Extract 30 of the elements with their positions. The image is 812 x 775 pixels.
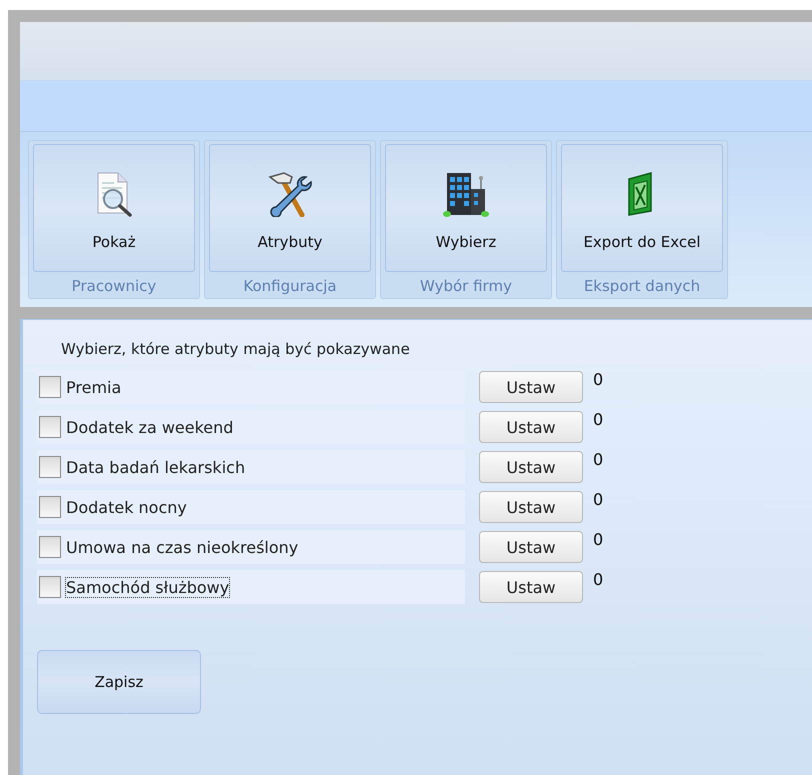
attribute-count: 0 [593,410,604,429]
set-button[interactable]: Ustaw [479,411,583,443]
set-button[interactable]: Ustaw [479,491,583,523]
tools-icon [266,171,314,217]
ribbon-button[interactable]: Pokaż [33,144,195,272]
attribute-checkbox[interactable]: Samochód służbowy [37,570,465,604]
group-label: Wybór firmy [420,277,512,295]
attribute-checkbox[interactable]: Data badań lekarskich [37,450,465,484]
set-button[interactable]: Ustaw [479,371,583,403]
attribute-checkbox[interactable]: Umowa na czas nieokreślony [37,530,465,564]
ribbon-button[interactable]: Atrybuty [209,144,371,272]
panel-heading: Wybierz, które atrybuty mają być pokazywane [61,340,411,358]
save-button[interactable]: Zapisz [37,650,201,714]
attribute-checkbox[interactable]: Dodatek za weekend [37,410,465,444]
attribute-count: 0 [593,450,604,469]
set-button[interactable]: Ustaw [479,531,583,563]
ribbon-button[interactable]: Export do Excel [561,144,723,272]
attribute-count: 0 [593,570,604,589]
attribute-count: 0 [593,530,604,549]
set-button[interactable]: Ustaw [479,571,583,603]
building-icon [443,171,489,217]
attribute-checkbox[interactable]: Premia [37,370,465,404]
ribbon-button[interactable]: Wybierz [385,144,547,272]
attribute-count: 0 [593,370,604,389]
group-label: Konfiguracja [243,277,337,295]
group-label: Pracownicy [72,277,156,295]
group-label: Eksport danych [584,277,700,295]
attribute-checkbox[interactable]: Dodatek nocny [37,490,465,524]
set-button[interactable]: Ustaw [479,451,583,483]
attribute-count: 0 [593,490,604,509]
